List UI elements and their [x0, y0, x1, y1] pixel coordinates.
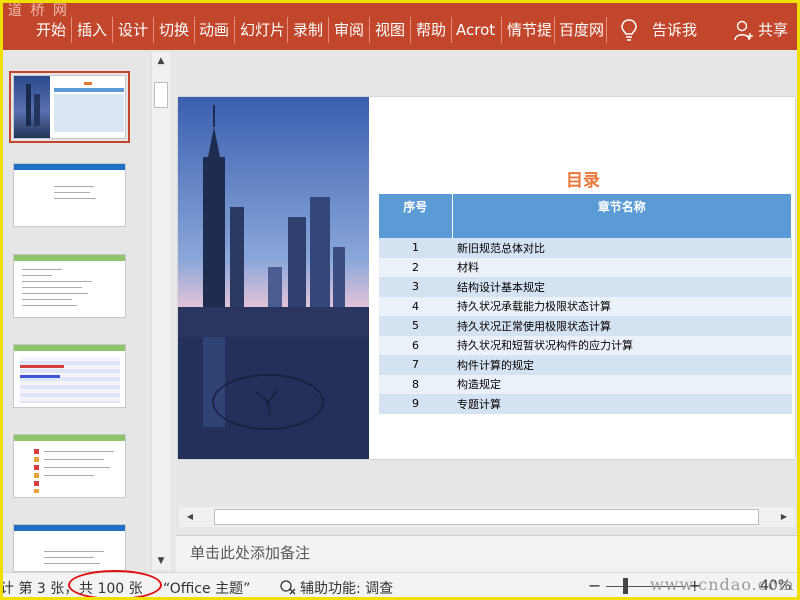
share-person-icon[interactable] [734, 20, 754, 42]
scroll-left-arrow-icon[interactable]: ◀ [181, 508, 199, 526]
table-header-number: 序号 [379, 194, 453, 238]
slide-position: 计 第 3 张， [0, 581, 79, 597]
tab-home[interactable]: 开始 [36, 19, 66, 41]
tab-separator [554, 17, 555, 43]
accessibility-icon[interactable] [279, 579, 297, 595]
table-header-chapter: 章节名称 [452, 194, 792, 238]
tab-separator [501, 17, 502, 43]
row-chapter: 持久状况正常使用极限状态计算 [452, 316, 792, 336]
row-chapter: 持久状况承载能力极限状态计算 [452, 296, 792, 316]
tab-separator [369, 17, 370, 43]
row-chapter: 构造规定 [452, 374, 792, 394]
slide-thumbnail-pane [0, 50, 176, 572]
tab-separator [234, 17, 235, 43]
share-button[interactable]: 共享 [758, 19, 788, 41]
scroll-down-arrow-icon[interactable]: ▼ [152, 552, 170, 570]
row-chapter: 构件计算的规定 [452, 355, 792, 375]
table-row: 5 持久状况正常使用极限状态计算 [379, 316, 792, 336]
scrollbar-thumb[interactable] [214, 509, 759, 525]
tab-design[interactable]: 设计 [118, 19, 148, 41]
tab-record[interactable]: 录制 [293, 19, 323, 41]
tab-storyboard[interactable]: 情节提 [507, 19, 552, 41]
slide-thumbnail[interactable] [13, 434, 126, 498]
row-number: 6 [379, 335, 452, 355]
slide-thumbnail[interactable] [13, 163, 126, 227]
row-number: 9 [379, 394, 452, 414]
row-chapter: 新旧规范总体对比 [452, 238, 792, 258]
slide-thumbnail[interactable] [13, 344, 126, 408]
zoom-slider-knob[interactable] [623, 578, 628, 594]
table-row: 3 结构设计基本规定 [379, 277, 792, 297]
slide-horizontal-scrollbar[interactable]: ◀ ▶ [179, 507, 795, 527]
accessibility-status[interactable]: 辅助功能: 调查 [300, 578, 393, 598]
row-number: 1 [379, 238, 452, 258]
table-row: 8 构造规定 [379, 374, 792, 394]
watermark-url: www.cndao.com [650, 575, 795, 594]
row-number: 5 [379, 316, 452, 336]
scrollbar-thumb[interactable] [154, 82, 168, 108]
tab-insert[interactable]: 插入 [77, 19, 107, 41]
tab-view[interactable]: 视图 [375, 19, 405, 41]
zoom-out-button[interactable]: − [588, 576, 601, 595]
slide-title[interactable]: 目录 [553, 166, 613, 191]
table-row: 6 持久状况和短暂状况构件的应力计算 [379, 335, 792, 355]
row-number: 8 [379, 374, 452, 394]
tab-baidu-netdisk[interactable]: 百度网 [559, 19, 604, 41]
scroll-up-arrow-icon[interactable]: ▲ [152, 52, 170, 70]
row-number: 7 [379, 355, 452, 375]
tab-separator [287, 17, 288, 43]
table-row: 7 构件计算的规定 [379, 355, 792, 375]
tab-transitions[interactable]: 切换 [159, 19, 189, 41]
table-row: 4 持久状况承载能力极限状态计算 [379, 296, 792, 316]
thumbnail-scrollbar[interactable]: ▲ ▼ [151, 52, 170, 570]
slide-thumbnail[interactable] [13, 75, 126, 139]
current-slide[interactable]: 目录 序号 章节名称 1 新旧规范总体对比 2 材料 3 结构设计基本规定 4 [178, 97, 795, 459]
tab-review[interactable]: 审阅 [334, 19, 364, 41]
slide-thumbnail[interactable] [13, 254, 126, 318]
row-number: 4 [379, 296, 452, 316]
tab-separator [153, 17, 154, 43]
row-chapter: 材料 [452, 257, 792, 277]
theme-name: “Office 主题” [163, 581, 251, 597]
row-chapter: 专题计算 [452, 394, 792, 414]
row-chapter: 结构设计基本规定 [452, 277, 792, 297]
tab-separator [410, 17, 411, 43]
slide-total-count: 共 100 张 [79, 581, 143, 597]
row-chapter: 持久状况和短暂状况构件的应力计算 [452, 335, 792, 355]
lightbulb-icon[interactable] [619, 18, 639, 42]
ribbon-tab-bar: 道 桥 网 开始 插入 设计 切换 动画 幻灯片 录制 审阅 视图 帮助 Acr… [0, 0, 800, 50]
table-row: 1 新旧规范总体对比 [379, 238, 792, 258]
slide-thumbnail[interactable] [13, 524, 126, 572]
tab-slideshow[interactable]: 幻灯片 [240, 19, 285, 41]
tab-animations[interactable]: 动画 [199, 19, 229, 41]
notes-pane[interactable]: 单击此处添加备注 [176, 535, 800, 572]
tab-acrobat[interactable]: Acrot [456, 19, 495, 41]
notes-placeholder[interactable]: 单击此处添加备注 [190, 542, 310, 563]
toc-table[interactable]: 序号 章节名称 1 新旧规范总体对比 2 材料 3 结构设计基本规定 4 持久状… [379, 194, 792, 414]
tab-separator [112, 17, 113, 43]
tab-help[interactable]: 帮助 [416, 19, 446, 41]
table-row: 9 专题计算 [379, 394, 792, 414]
table-row: 2 材料 [379, 257, 792, 277]
row-number: 2 [379, 257, 452, 277]
tab-separator [194, 17, 195, 43]
row-number: 3 [379, 277, 452, 297]
tell-me-search[interactable]: 告诉我 [652, 19, 697, 41]
watermark-logo: 道 桥 网 [8, 3, 69, 19]
tab-separator [451, 17, 452, 43]
tab-separator [71, 17, 72, 43]
tab-separator [606, 17, 607, 43]
tab-separator [328, 17, 329, 43]
scroll-right-arrow-icon[interactable]: ▶ [775, 508, 793, 526]
city-skyline-photo [178, 97, 369, 459]
